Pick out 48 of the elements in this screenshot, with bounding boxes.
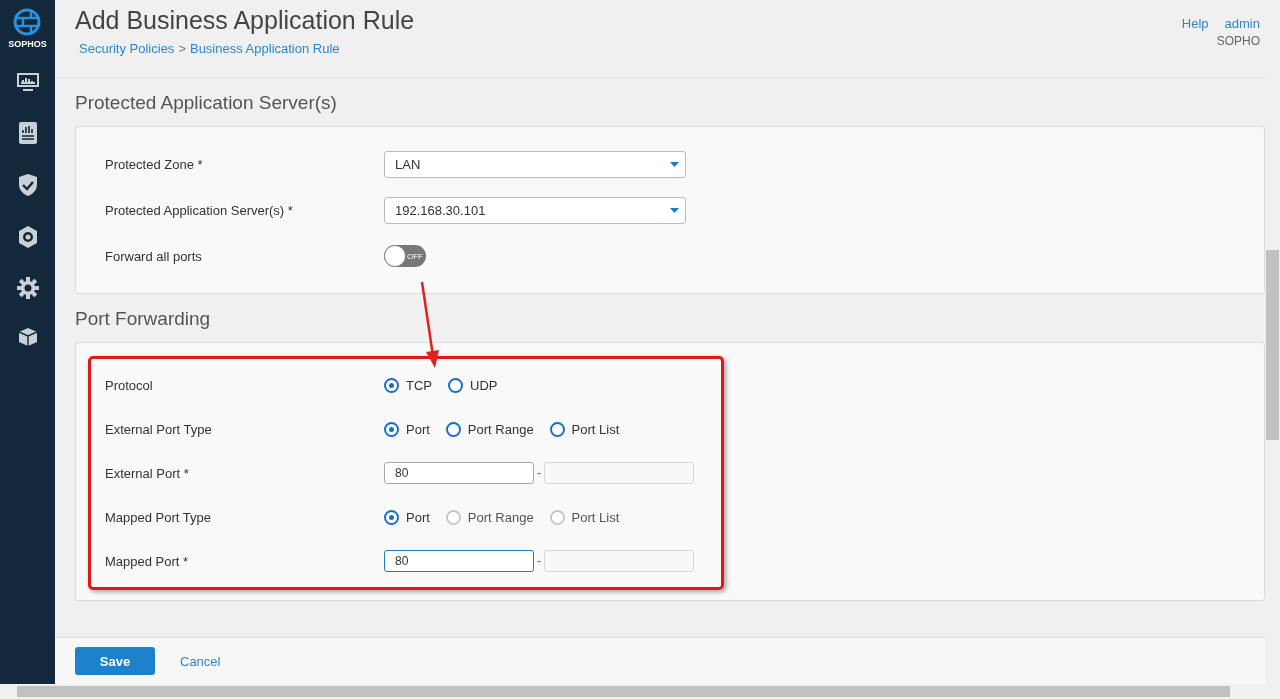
box-icon[interactable] — [17, 327, 38, 347]
breadcrumb-link[interactable]: Security Policies — [79, 41, 175, 56]
toggle-switch[interactable]: OFF — [384, 245, 426, 267]
report-icon[interactable] — [17, 121, 38, 145]
field-label: Mapped Port Type — [104, 509, 212, 525]
radio-option[interactable]: Port Range — [445, 421, 534, 437]
radio-button[interactable] — [549, 421, 565, 437]
radio-option[interactable]: Port List — [549, 421, 620, 437]
breadcrumb-link[interactable]: Business Application Rule — [189, 41, 340, 56]
caret-icon — [670, 207, 679, 213]
breadcrumb-separator: > — [178, 41, 186, 56]
settings-icon[interactable] — [16, 277, 39, 299]
dropdown[interactable]: LAN — [384, 150, 686, 178]
field-label: Protected Zone * — [104, 156, 204, 172]
radio-button[interactable] — [445, 421, 461, 437]
logo-text: SOPHOS — [8, 39, 47, 49]
shield-gear-icon[interactable] — [16, 225, 39, 249]
caret-icon — [670, 161, 679, 167]
field-label: External Port * — [104, 465, 190, 481]
radio-button[interactable] — [384, 509, 399, 525]
field-label: Forward all ports — [104, 248, 203, 264]
port-input[interactable]: 80 — [384, 550, 534, 572]
port-input[interactable]: 80 — [384, 462, 534, 484]
radio-option[interactable]: TCP — [384, 377, 432, 393]
monitor-icon[interactable] — [15, 71, 40, 93]
section-title: Port Forwarding — [75, 308, 212, 330]
page-title: Add Business Application Rule — [75, 6, 415, 35]
radio-button[interactable] — [448, 377, 463, 393]
field-label: Protocol — [104, 377, 154, 393]
field-label: Mapped Port * — [104, 553, 190, 569]
radio-option[interactable]: UDP — [448, 377, 498, 393]
globe-logo-icon — [12, 7, 43, 37]
organization-name: SOPHO — [1216, 34, 1260, 48]
field-label: External Port Type — [104, 421, 213, 437]
section-title: Protected Application Server(s) — [75, 92, 338, 114]
cancel-link[interactable]: Cancel — [180, 653, 221, 669]
radio-button[interactable] — [384, 421, 399, 437]
range-separator: - — [537, 466, 541, 480]
range-separator: - — [537, 554, 541, 568]
radio-option[interactable]: Port — [384, 421, 430, 437]
shield-check-icon[interactable] — [17, 173, 38, 197]
radio-option[interactable]: Port — [384, 509, 430, 525]
field-label: Protected Application Server(s) * — [104, 202, 294, 218]
radio-button[interactable] — [384, 377, 399, 393]
save-button[interactable]: Save — [75, 647, 155, 675]
dropdown[interactable]: 192.168.30.101 — [384, 196, 686, 224]
port-input[interactable] — [544, 462, 694, 484]
port-input[interactable] — [544, 550, 694, 572]
